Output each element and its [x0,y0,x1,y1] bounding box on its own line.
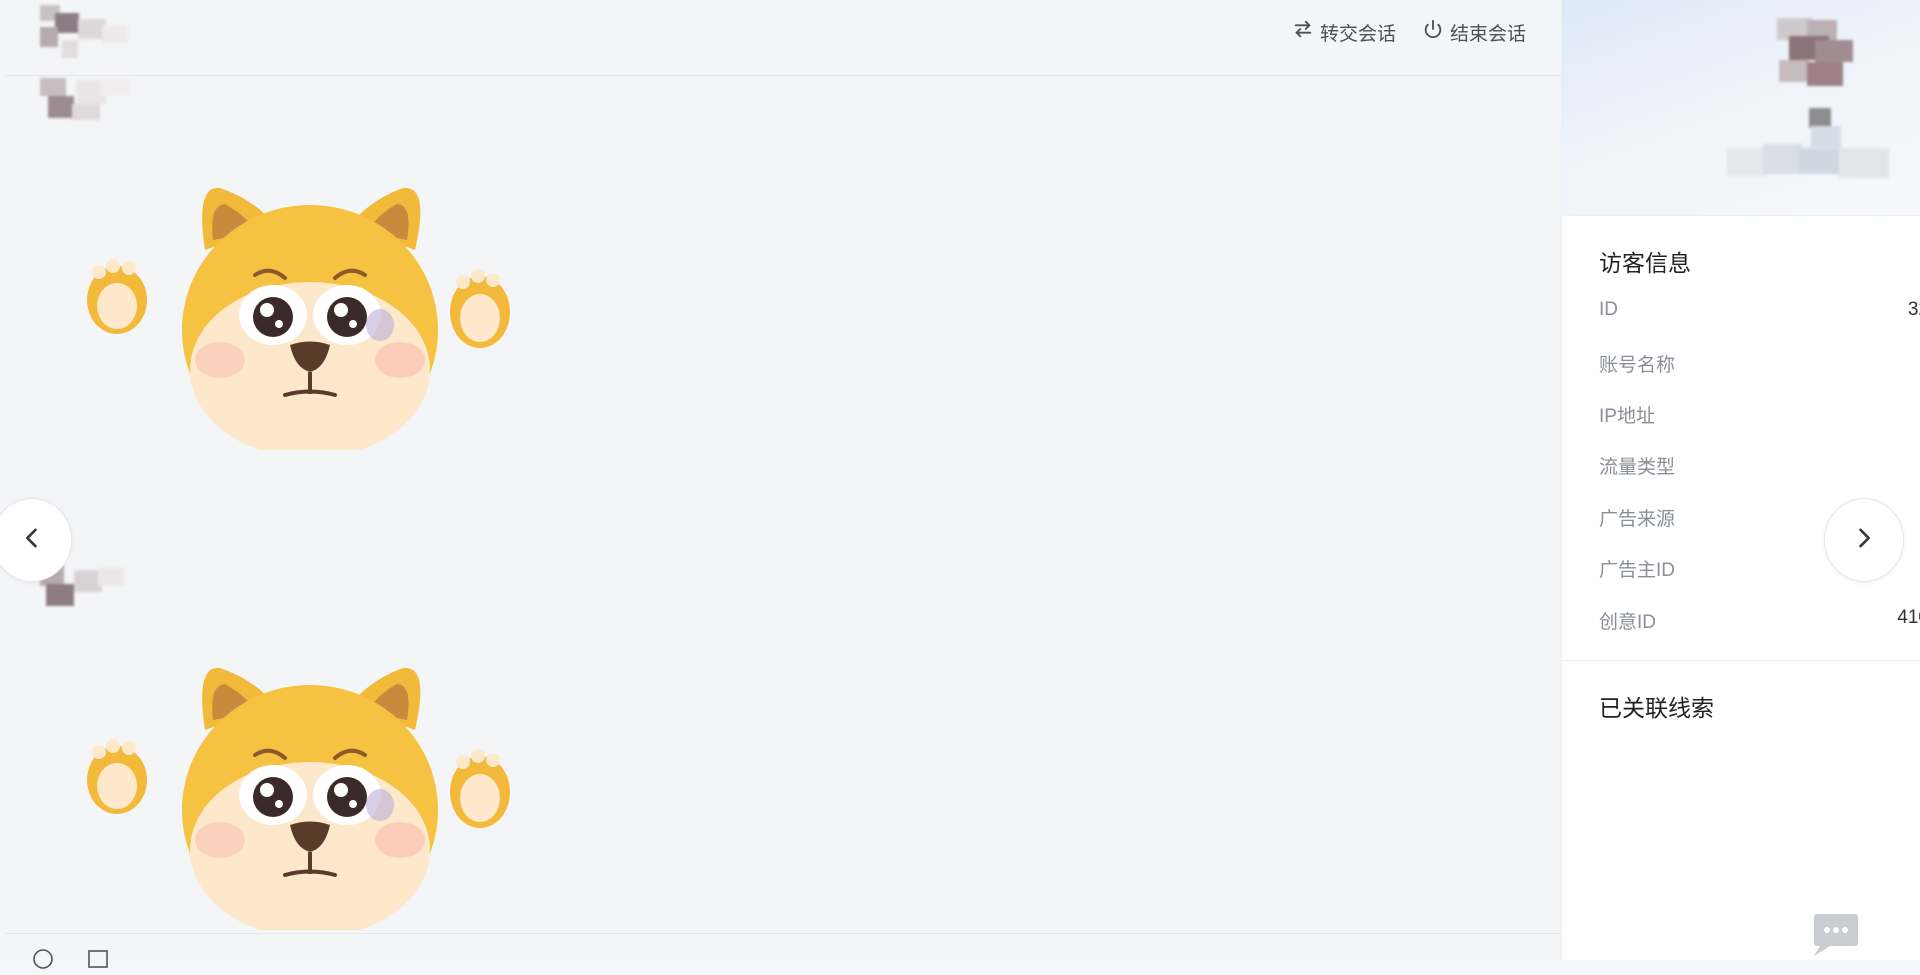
chat-area: 转交会话 结束会话 [5,0,1561,969]
emoji-icon[interactable] [32,948,54,970]
shiba-sticker-image [87,187,510,458]
end-session-label: 结束会话 [1449,23,1526,45]
visitor-name-blurred [1727,142,1907,182]
sender-name-blurred [40,78,140,128]
visitor-name-blurred [40,5,140,60]
info-value: 32 [1907,299,1920,320]
visitor-profile-card [1562,0,1920,216]
chevron-right-icon [1850,524,1878,557]
info-label: IP地址 [1599,406,1655,427]
info-label: 广告来源 [1599,509,1676,530]
chat-header: 转交会话 结束会话 [5,0,1561,76]
sticker-message[interactable] [85,180,515,458]
info-label: ID [1599,299,1618,320]
info-label: 创意ID [1599,612,1657,633]
next-button[interactable] [1824,498,1904,582]
chat-input-toolbar [5,933,1561,969]
info-row-id: ID 32 [1599,299,1920,329]
linked-leads-title: 已关联线索 [1599,695,1714,721]
chat-bubble-icon [1812,914,1862,964]
visitor-panel: 访客信息 ID 32 账号名称 IP地址 流量类型 广告来源 广告主ID 创意I… [1561,0,1920,960]
sticker-message[interactable] [85,660,515,938]
swap-arrows-icon [1292,18,1314,46]
info-row-creative-id: 创意ID 410 [1599,607,1920,637]
info-value: 410 [1897,607,1920,628]
info-row-account-name: 账号名称 [1599,350,1920,380]
divider [1562,660,1920,661]
info-row-ip-address: IP地址 [1599,401,1920,431]
header-actions: 转交会话 结束会话 [1292,18,1526,46]
info-label: 账号名称 [1599,355,1676,376]
transfer-session-label: 转交会话 [1319,23,1396,45]
transfer-session-button[interactable]: 转交会话 [1292,18,1396,46]
end-session-button[interactable]: 结束会话 [1422,18,1526,46]
image-icon[interactable] [87,948,109,970]
visitor-info-title: 访客信息 [1599,250,1691,276]
floating-chat-button[interactable] [1812,912,1862,960]
info-label: 广告主ID [1599,560,1676,581]
info-row-traffic-type: 流量类型 [1599,452,1920,482]
info-label: 流量类型 [1599,457,1676,478]
power-icon [1422,18,1444,46]
chevron-left-icon [18,524,46,557]
shiba-sticker-image [87,667,510,938]
